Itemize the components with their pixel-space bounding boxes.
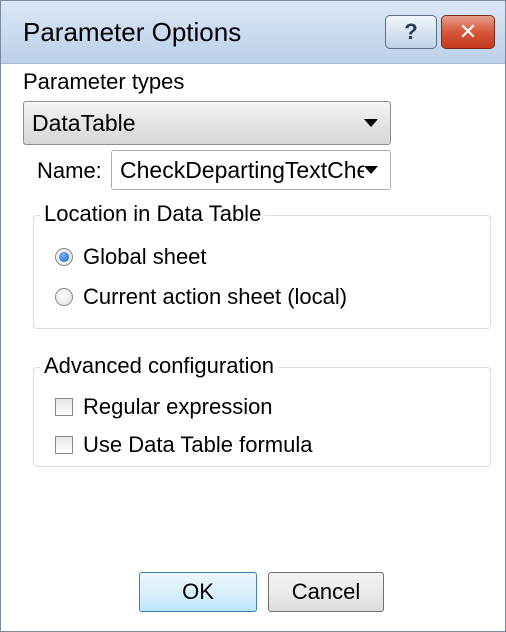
chevron-down-icon (364, 166, 378, 174)
current-action-sheet-label: Current action sheet (local) (83, 284, 348, 309)
parameter-options-dialog: Parameter Options ? ✕ Parameter types Da… (0, 0, 506, 632)
cancel-button[interactable]: Cancel (268, 572, 384, 612)
name-combobox[interactable]: CheckDepartingTextChe (111, 150, 391, 190)
global-sheet-label: Global sheet (83, 244, 207, 269)
use-data-table-formula-label: Use Data Table formula (83, 432, 313, 457)
checkbox-unchecked[interactable] (55, 436, 73, 454)
location-in-data-table-group: Location in Data Table (33, 201, 491, 329)
radio-button-checked[interactable] (55, 248, 73, 266)
location-group-legend: Location in Data Table (40, 201, 266, 227)
window-title: Parameter Options (23, 17, 242, 47)
parameter-types-dropdown[interactable]: DataTable (23, 101, 391, 145)
parameter-types-label: Parameter types (23, 69, 185, 94)
current-action-sheet-radio[interactable]: Current action sheet (local) (55, 284, 347, 310)
chevron-down-icon (364, 119, 378, 127)
close-button[interactable]: ✕ (441, 15, 495, 49)
checkbox-unchecked[interactable] (55, 398, 73, 416)
regular-expression-checkbox[interactable]: Regular expression (55, 394, 273, 420)
name-label: Name: (37, 158, 102, 183)
help-icon: ? (404, 19, 418, 44)
advanced-group-legend: Advanced configuration (40, 353, 278, 379)
use-data-table-formula-checkbox[interactable]: Use Data Table formula (55, 432, 313, 458)
regular-expression-label: Regular expression (83, 394, 273, 419)
radio-button-unchecked[interactable] (55, 288, 73, 306)
global-sheet-radio[interactable]: Global sheet (55, 244, 207, 270)
parameter-types-value: DataTable (32, 109, 136, 136)
close-icon: ✕ (458, 19, 478, 44)
name-value: CheckDepartingTextChe (120, 156, 364, 183)
ok-button[interactable]: OK (139, 572, 257, 612)
title-bar[interactable]: Parameter Options ? ✕ (1, 1, 505, 64)
help-button[interactable]: ? (385, 15, 437, 49)
